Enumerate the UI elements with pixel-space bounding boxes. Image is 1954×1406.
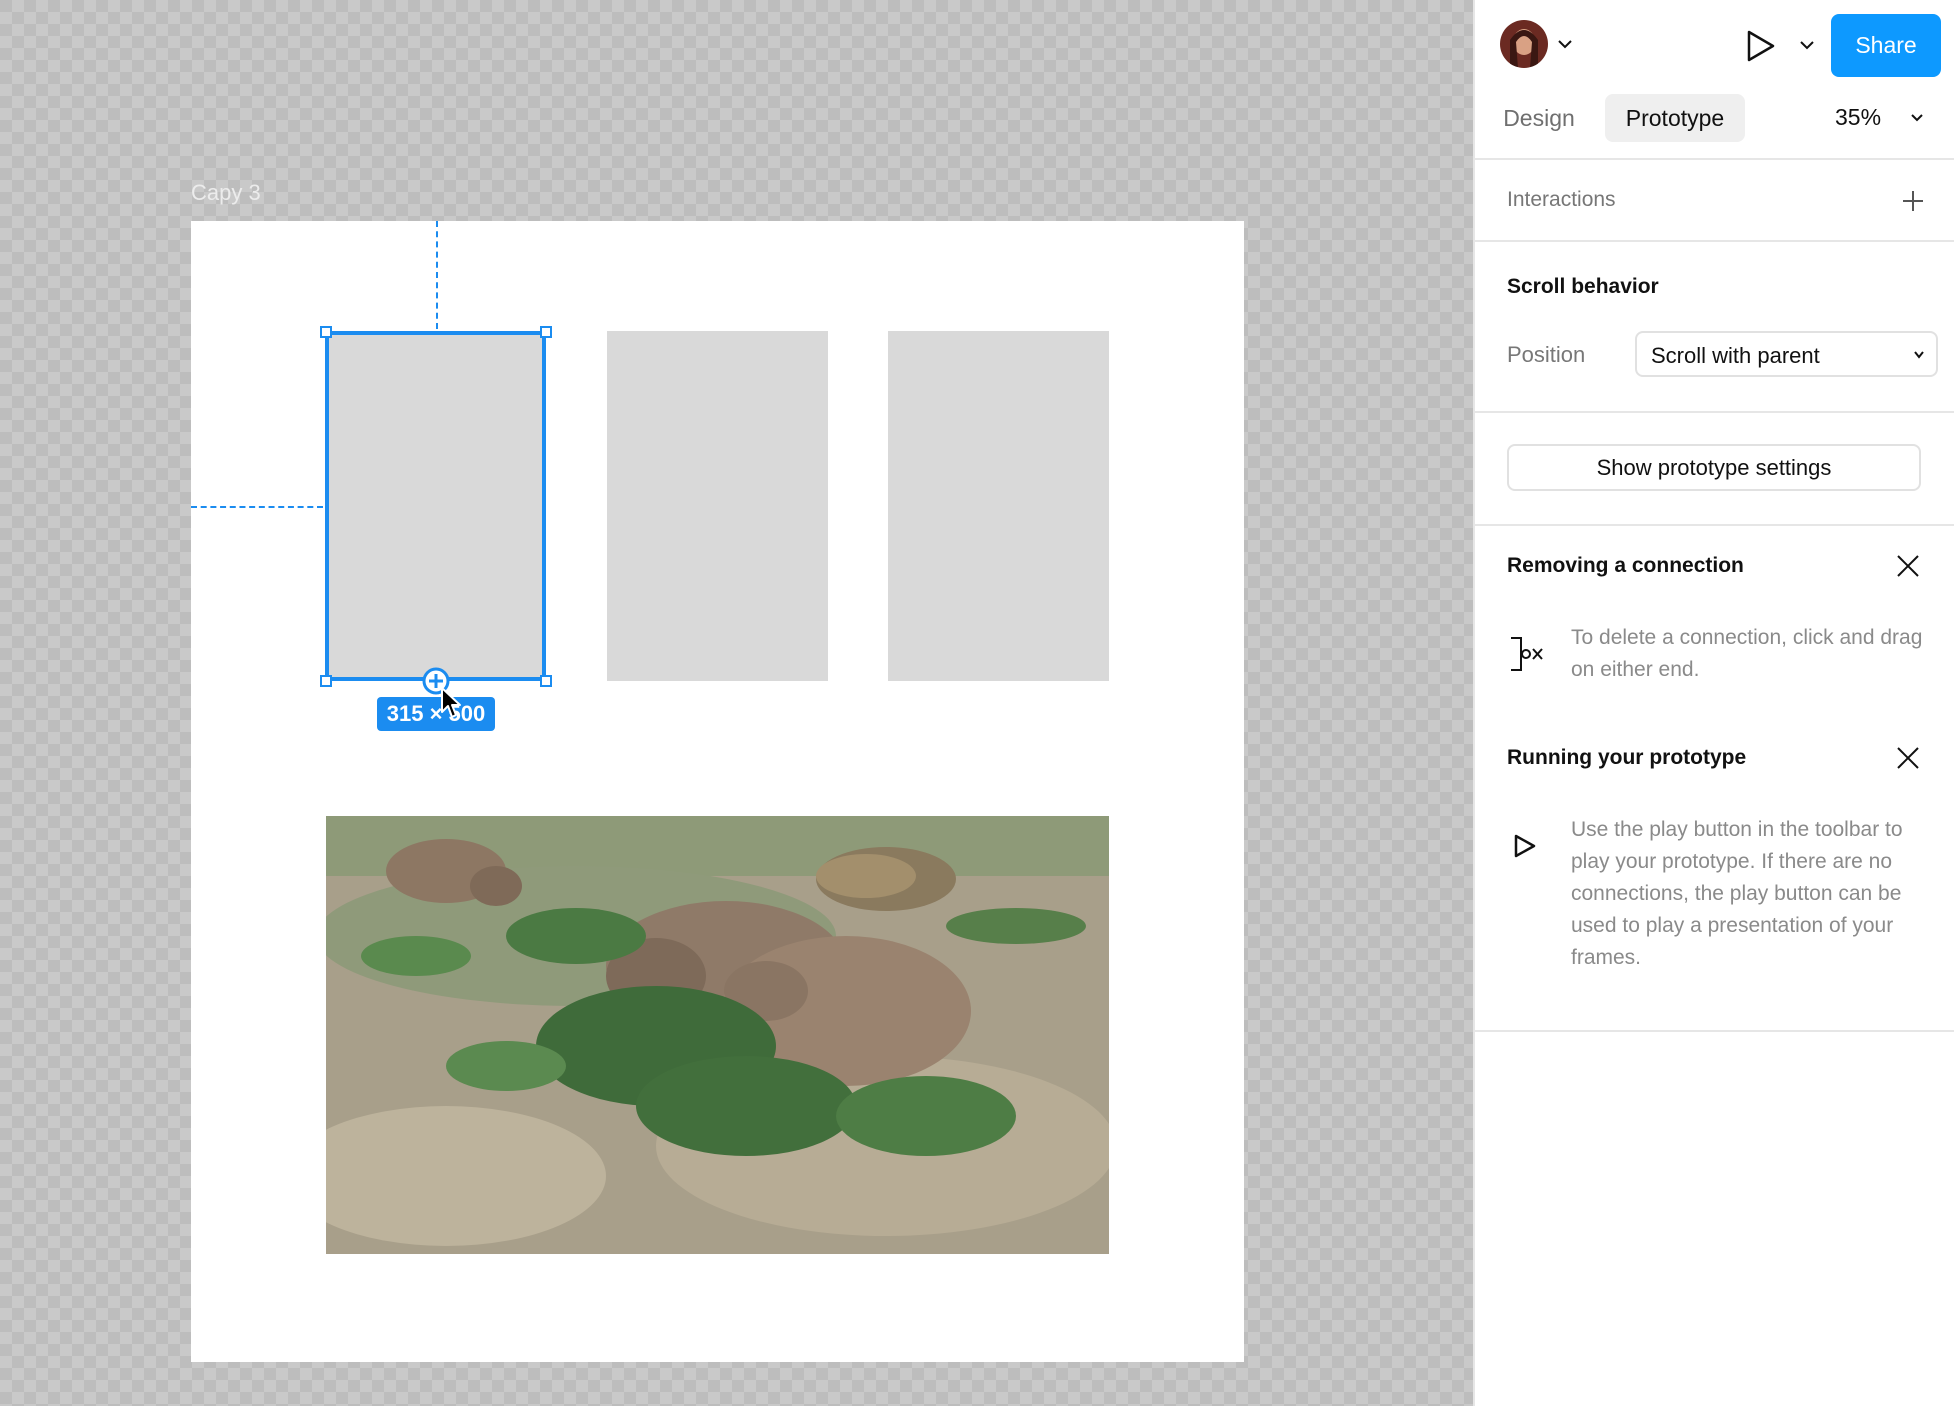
disconnect-icon [1511, 637, 1543, 671]
resize-handle-top-right[interactable] [540, 326, 552, 338]
placeholder-rectangle-3[interactable] [888, 331, 1109, 681]
play-icon[interactable] [1745, 28, 1777, 64]
close-icon[interactable] [1895, 553, 1921, 579]
divider [1475, 240, 1954, 242]
chevron-down-icon[interactable] [1557, 39, 1573, 49]
chevron-down-icon [1914, 351, 1924, 359]
scroll-behavior-title: Scroll behavior [1507, 275, 1659, 298]
chevron-down-icon[interactable] [1909, 113, 1925, 123]
mouse-cursor-icon [441, 687, 461, 718]
avatar-image [1500, 20, 1548, 68]
zoom-level[interactable]: 35% [1835, 104, 1881, 131]
vertical-spacing-guide [436, 221, 438, 329]
properties-panel: Share Design Prototype 35% Interactions … [1473, 0, 1954, 1406]
placeholder-rectangle-2[interactable] [607, 331, 828, 681]
position-select[interactable]: Scroll with parent [1635, 331, 1938, 377]
tip-title-removing-connection: Removing a connection [1507, 554, 1744, 577]
play-icon [1514, 834, 1536, 858]
position-select-value: Scroll with parent [1651, 343, 1820, 368]
selection-outline[interactable] [325, 331, 546, 681]
tab-prototype[interactable]: Prototype [1605, 94, 1745, 142]
tip-text-running-prototype: Use the play button in the toolbar to pl… [1571, 818, 1903, 969]
design-canvas[interactable]: Capy 3 315 × 500 [0, 0, 1473, 1406]
tip-title-running-prototype: Running your prototype [1507, 746, 1747, 769]
divider [1475, 158, 1954, 160]
divider [1475, 1030, 1954, 1032]
horizontal-spacing-guide [191, 506, 323, 508]
show-prototype-settings-button[interactable]: Show prototype settings [1507, 444, 1921, 491]
tab-design[interactable]: Design [1489, 94, 1589, 142]
resize-handle-bottom-left[interactable] [320, 675, 332, 687]
resize-handle-top-left[interactable] [320, 326, 332, 338]
capybara-photo[interactable] [326, 816, 1109, 1254]
frame-label[interactable]: Capy 3 [191, 180, 261, 206]
interactions-title: Interactions [1507, 188, 1616, 211]
position-label: Position [1507, 342, 1586, 367]
tip-text-removing-connection: To delete a connection, click and drag o… [1571, 626, 1923, 681]
add-interaction-icon[interactable] [1901, 189, 1925, 213]
chevron-down-icon[interactable] [1799, 40, 1815, 50]
dimension-badge: 315 × 500 [377, 697, 495, 731]
close-icon[interactable] [1895, 745, 1921, 771]
divider [1475, 524, 1954, 526]
user-avatar[interactable] [1500, 20, 1548, 68]
resize-handle-bottom-right[interactable] [540, 675, 552, 687]
divider [1475, 411, 1954, 413]
share-button[interactable]: Share [1831, 14, 1941, 77]
